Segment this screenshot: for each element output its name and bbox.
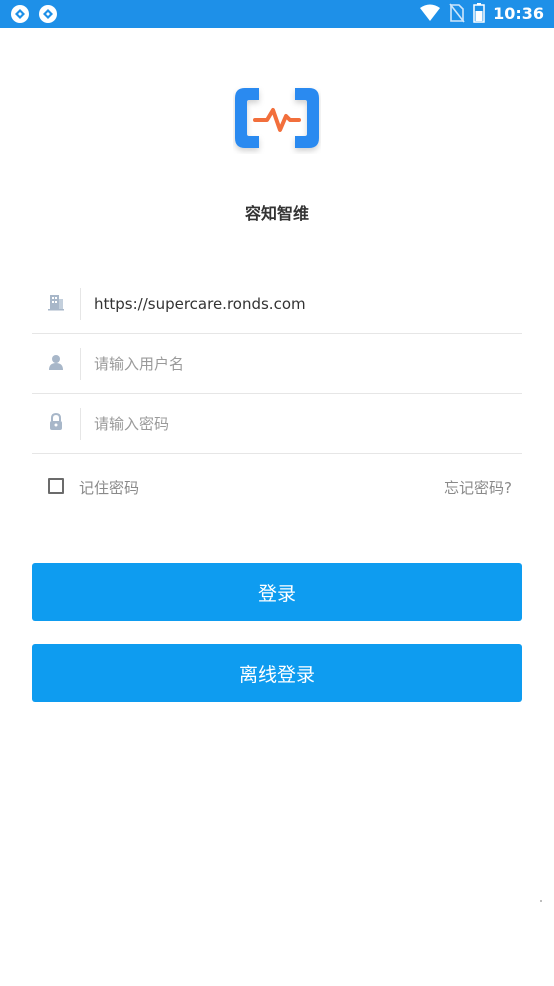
app-notification-icon — [11, 5, 29, 23]
remember-password-checkbox[interactable] — [48, 478, 64, 494]
status-bar-right: 10:36 — [419, 3, 544, 23]
field-divider — [80, 288, 81, 320]
remember-row: 记住密码 忘记密码? — [32, 472, 522, 502]
password-input[interactable] — [94, 406, 514, 442]
status-time: 10:36 — [493, 3, 544, 23]
status-bar-left — [10, 4, 58, 24]
field-divider — [80, 348, 81, 380]
remember-password-label[interactable]: 记住密码 — [79, 477, 139, 498]
password-row — [32, 394, 522, 454]
decorative-dot — [540, 900, 542, 902]
app-name: 容知智维 — [244, 204, 309, 223]
forgot-password-link[interactable]: 忘记密码? — [444, 477, 512, 498]
offline-login-button[interactable]: 离线登录 — [32, 644, 522, 702]
login-button[interactable]: 登录 — [32, 563, 522, 621]
app-notification-icon — [39, 5, 57, 23]
username-input[interactable] — [94, 346, 514, 382]
user-icon — [49, 355, 63, 370]
building-icon — [48, 295, 64, 311]
username-row — [32, 334, 522, 394]
field-divider — [80, 408, 81, 440]
server-url-row — [32, 274, 522, 334]
lock-icon — [50, 412, 62, 430]
no-sim-icon — [449, 3, 465, 23]
battery-icon — [473, 3, 485, 23]
server-url-input[interactable] — [94, 286, 514, 322]
wifi-icon — [420, 4, 441, 21]
app-logo-icon — [235, 88, 319, 148]
status-bar: 10:36 — [0, 0, 554, 28]
